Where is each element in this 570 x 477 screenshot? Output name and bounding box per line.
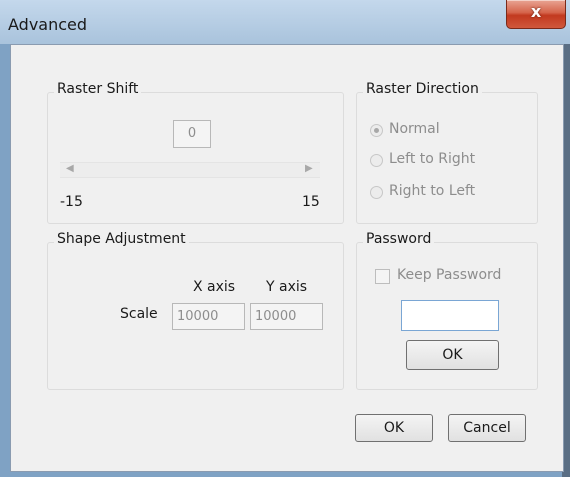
radio-normal[interactable] bbox=[370, 124, 383, 137]
raster-shift-label: Raster Shift bbox=[54, 81, 142, 97]
password-label: Password bbox=[363, 231, 435, 247]
radio-right-to-left[interactable] bbox=[370, 186, 383, 199]
raster-shift-value-field[interactable]: 0 bbox=[173, 120, 211, 148]
password-ok-button[interactable]: OK bbox=[406, 340, 499, 370]
y-axis-label: Y axis bbox=[266, 279, 308, 295]
advanced-dialog: Advanced x Raster Shift 0 ◀ ▶ -15 15 Ras… bbox=[0, 0, 570, 477]
close-button[interactable]: x bbox=[506, 0, 566, 29]
keep-password-checkbox[interactable] bbox=[375, 269, 390, 284]
slider-max-label: 15 bbox=[302, 194, 320, 210]
scale-label: Scale bbox=[120, 306, 158, 322]
shape-adjustment-group: Shape Adjustment X axis Y axis Scale 100… bbox=[47, 231, 344, 390]
window-title: Advanced bbox=[8, 15, 88, 34]
shape-adjustment-label: Shape Adjustment bbox=[54, 231, 189, 247]
password-input[interactable] bbox=[401, 300, 499, 331]
scale-y-field[interactable]: 10000 bbox=[250, 303, 323, 330]
radio-left-to-right-label: Left to Right bbox=[389, 151, 476, 167]
dialog-client-area: Raster Shift 0 ◀ ▶ -15 15 Raster Directi… bbox=[10, 44, 564, 472]
scale-x-field[interactable]: 10000 bbox=[172, 303, 245, 330]
slider-right-arrow-icon[interactable]: ▶ bbox=[305, 163, 313, 174]
slider-left-arrow-icon[interactable]: ◀ bbox=[66, 163, 74, 174]
raster-shift-slider[interactable] bbox=[60, 162, 320, 178]
x-axis-label: X axis bbox=[193, 279, 236, 295]
raster-shift-group: Raster Shift 0 ◀ ▶ -15 15 bbox=[47, 81, 344, 224]
radio-normal-label: Normal bbox=[389, 121, 440, 137]
ok-button[interactable]: OK bbox=[355, 414, 433, 442]
keep-password-label: Keep Password bbox=[397, 267, 502, 283]
close-icon: x bbox=[530, 2, 542, 21]
password-group: Password Keep Password OK bbox=[356, 231, 538, 390]
raster-direction-group: Raster Direction Normal Left to Right Ri… bbox=[356, 81, 538, 224]
cancel-button[interactable]: Cancel bbox=[448, 414, 526, 442]
radio-left-to-right[interactable] bbox=[370, 154, 383, 167]
slider-min-label: -15 bbox=[60, 194, 83, 210]
radio-right-to-left-label: Right to Left bbox=[389, 183, 476, 199]
title-bar: Advanced x bbox=[0, 0, 570, 44]
raster-direction-label: Raster Direction bbox=[363, 81, 482, 97]
